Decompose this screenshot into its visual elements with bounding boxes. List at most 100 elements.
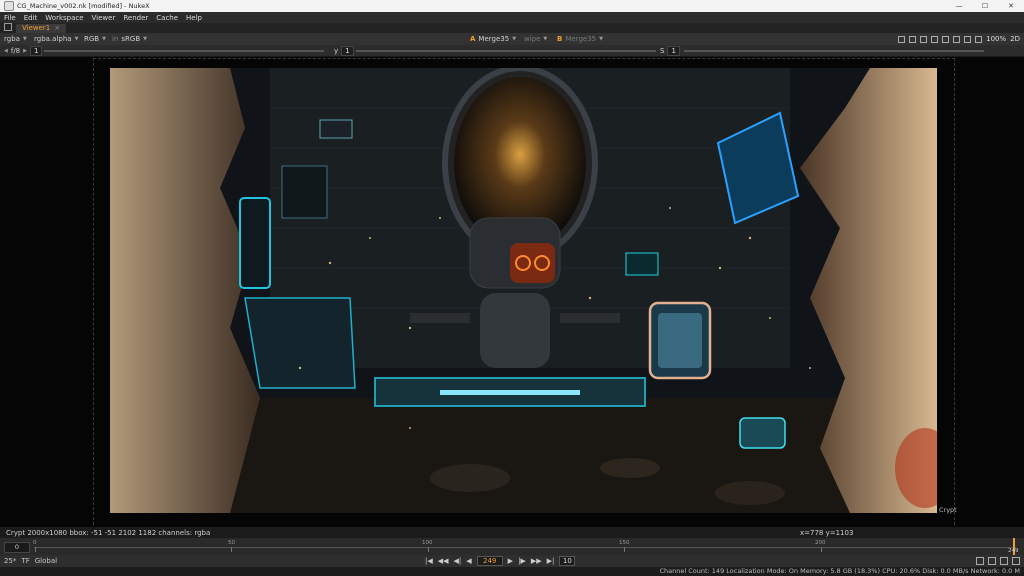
play-forward-button[interactable]: ▶ <box>508 557 513 565</box>
gamma-slider[interactable] <box>356 50 656 52</box>
zebra-icon[interactable] <box>931 35 939 43</box>
refresh-icon[interactable] <box>975 35 983 43</box>
cache-icon[interactable] <box>988 557 996 565</box>
timeline-tick <box>821 547 822 552</box>
lut-dropdown[interactable]: in sRGB ▼ <box>112 35 147 43</box>
proxy-icon[interactable] <box>1000 557 1008 565</box>
global-dropdown[interactable]: Global <box>35 557 57 565</box>
tab-label: Viewer1 <box>22 24 51 32</box>
alpha-channel-dropdown[interactable]: rgba.alpha ▼ <box>34 35 78 43</box>
timeline-tick <box>624 547 625 552</box>
gain-field[interactable]: 1 <box>30 45 43 56</box>
chevron-right-icon: ▶ <box>23 47 27 54</box>
timeline-bar[interactable]: 0 0 50 100 150 200 249 <box>0 538 1024 555</box>
channels-value: rgba <box>4 35 20 43</box>
lut-value: sRGB <box>121 35 141 43</box>
saturation-label: S <box>660 46 665 55</box>
tf-dropdown[interactable]: TF <box>21 557 29 565</box>
wipe-dropdown[interactable]: wipe ▼ <box>524 35 547 43</box>
display-mode-dropdown[interactable]: RGB ▼ <box>84 35 106 43</box>
lock-icon[interactable] <box>942 35 950 43</box>
timeline-tick-label: 200 <box>815 540 826 546</box>
pane-menu-icon[interactable] <box>4 23 12 31</box>
minimize-button[interactable]: — <box>946 2 972 10</box>
menu-edit[interactable]: Edit <box>24 14 38 22</box>
menu-render[interactable]: Render <box>123 14 148 22</box>
menu-help[interactable]: Help <box>186 14 202 22</box>
title-bar: CG_Machine_v002.nk [modified] - NukeX — … <box>0 0 1024 12</box>
alpha-channel-value: rgba.alpha <box>34 35 72 43</box>
menu-workspace[interactable]: Workspace <box>45 14 83 22</box>
start-frame-field[interactable]: 0 <box>4 542 30 553</box>
fstop-value: f/8 <box>10 46 21 55</box>
display-mode-value: RGB <box>84 35 100 43</box>
viewer-overlay-label: Crypt <box>939 506 957 514</box>
grid-icon[interactable] <box>964 35 972 43</box>
viewer-info-bar: Crypt 2000x1080 bbox: -51 -51 2102 1182 … <box>0 527 1024 538</box>
frame-step-field[interactable]: 10 <box>559 556 576 566</box>
viewer-canvas[interactable]: Crypt <box>0 57 1024 530</box>
prev-keyframe-button[interactable]: ◀| <box>454 557 462 565</box>
wipe-value: wipe <box>524 35 541 43</box>
gain-slider[interactable] <box>44 50 324 52</box>
chevron-down-icon: ▼ <box>599 36 603 42</box>
rewind-button[interactable]: ◀◀ <box>438 557 449 565</box>
close-window-button[interactable]: ✕ <box>998 2 1024 10</box>
gamma-field[interactable]: 1 <box>341 45 354 56</box>
menu-viewer[interactable]: Viewer <box>92 14 116 22</box>
current-frame-field[interactable]: 249 <box>476 556 503 566</box>
gamma-control[interactable]: y 1 <box>334 45 354 56</box>
input-b-value: Merge35 <box>565 35 597 43</box>
first-frame-button[interactable]: |◀ <box>425 557 433 565</box>
timeline-track[interactable] <box>34 547 1016 548</box>
view-mode[interactable]: 2D <box>1010 35 1020 43</box>
window-title: CG_Machine_v002.nk [modified] - NukeX <box>17 2 150 10</box>
saturation-control[interactable]: S 1 <box>660 45 680 56</box>
timeline-tick-label: 50 <box>228 540 235 546</box>
chevron-down-icon: ▼ <box>512 36 517 42</box>
chevron-down-icon: ▼ <box>102 36 106 42</box>
settings-icon[interactable] <box>1012 557 1020 565</box>
viewer-toolbar-bottom: ◀ f/8 ▶ 1 y 1 S 1 <box>0 45 1024 57</box>
lut-prefix: in <box>112 35 119 43</box>
viewer-tool-icons: 100% 2D <box>898 35 1020 43</box>
roi-icon[interactable] <box>898 35 906 43</box>
chevron-down-icon: ▼ <box>543 36 548 42</box>
play-backward-button[interactable]: ◀ <box>466 557 471 565</box>
input-a-selector[interactable]: A Merge35 ▼ <box>470 35 516 43</box>
tab-viewer1[interactable]: Viewer1 × <box>16 24 67 33</box>
maximize-button[interactable]: ☐ <box>972 2 998 10</box>
status-text: Channel Count: 149 Localization Mode: On… <box>659 567 1020 575</box>
chevron-down-icon: ▼ <box>74 36 79 42</box>
last-frame-button[interactable]: ▶| <box>547 557 555 565</box>
timeline-tick-label: 150 <box>619 540 630 546</box>
menu-file[interactable]: File <box>4 14 16 22</box>
input-a-value: Merge35 <box>478 35 510 43</box>
saturation-field[interactable]: 1 <box>667 45 680 56</box>
fps-dropdown[interactable]: 25* <box>4 557 16 565</box>
timeline-tick-label: 100 <box>422 540 433 546</box>
loop-icon[interactable] <box>976 557 984 565</box>
tab-close-icon[interactable]: × <box>54 24 60 33</box>
overscan-icon[interactable] <box>909 35 917 43</box>
gamma-label: y <box>334 46 339 55</box>
saturation-slider[interactable] <box>684 50 984 52</box>
fast-forward-button[interactable]: ▶▶ <box>531 557 542 565</box>
channels-dropdown[interactable]: rgba ▼ <box>4 35 27 43</box>
status-bar: Channel Count: 149 Localization Mode: On… <box>0 567 1024 576</box>
menu-cache[interactable]: Cache <box>156 14 178 22</box>
zoom-level[interactable]: 100% <box>986 35 1006 43</box>
next-keyframe-button[interactable]: |▶ <box>518 557 526 565</box>
clipping-icon[interactable] <box>920 35 928 43</box>
chevron-down-icon: ▼ <box>143 36 147 42</box>
timeline-tick <box>231 547 232 552</box>
input-b-selector[interactable]: B Merge35 ▼ <box>557 35 603 43</box>
format-info: Crypt 2000x1080 bbox: -51 -51 2102 1182 … <box>6 528 211 537</box>
input-a-letter: A <box>470 35 476 43</box>
timeline-tick-label: 0 <box>33 540 37 546</box>
pane-tab-bar: Viewer1 × <box>0 23 1024 33</box>
rendered-image[interactable] <box>110 68 937 513</box>
scene-render-illustration <box>110 68 937 513</box>
mask-icon[interactable] <box>953 35 961 43</box>
fstop-control[interactable]: ◀ f/8 ▶ 1 <box>4 45 43 56</box>
